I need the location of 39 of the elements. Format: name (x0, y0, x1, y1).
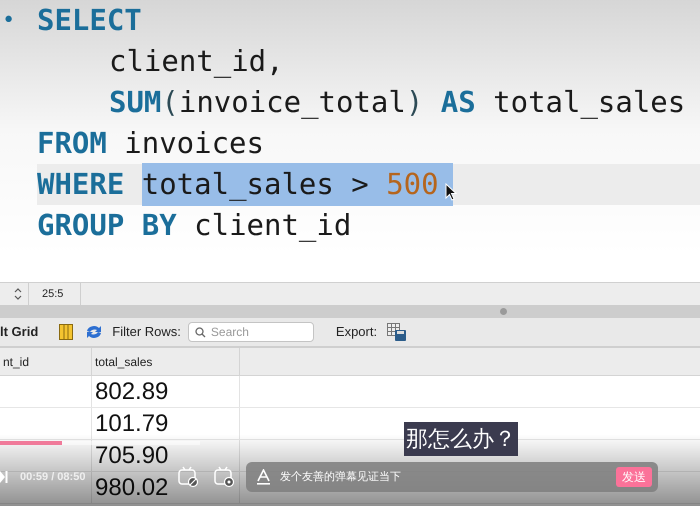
code-token: ( (161, 84, 179, 121)
grid-icon[interactable] (59, 324, 74, 340)
code-token: WHERE (37, 166, 126, 203)
subtitle: 那怎么办？ (404, 422, 518, 456)
column-header[interactable]: total_sales (92, 348, 240, 375)
code-token: AS (440, 84, 476, 121)
search-icon (194, 327, 206, 338)
splitter-handle[interactable] (500, 308, 507, 315)
export-label: Export: (336, 323, 378, 342)
refresh-icon[interactable] (85, 324, 104, 340)
result-grid-tab[interactable]: lt Grid (0, 322, 38, 342)
search-field[interactable]: Search (188, 322, 314, 342)
code-token: ) (406, 84, 424, 121)
progress-track[interactable] (0, 441, 200, 445)
selected-code: 500 (386, 162, 453, 206)
table-cell: 705.90 (92, 440, 240, 471)
code-token: SELECT (37, 2, 142, 39)
danmaku-settings-icon[interactable] (213, 466, 235, 488)
code-token: invoices (123, 124, 264, 162)
table-cell: 802.89 (92, 376, 240, 407)
statement-marker: • (1, 7, 16, 35)
code-token: FROM (37, 124, 107, 162)
cursor-position: 25:5 (42, 286, 64, 302)
filter-rows-label: Filter Rows: (112, 323, 181, 342)
table-cell: 101.79 (92, 408, 240, 439)
column-header[interactable]: nt_id (0, 348, 92, 375)
code-token: client_id, (108, 42, 284, 80)
danmaku-off-icon[interactable] (177, 466, 199, 488)
export-save-icon[interactable] (387, 322, 408, 342)
code-token: invoice_total (178, 84, 406, 121)
stepper-icon[interactable] (13, 287, 23, 301)
selected-code: total_sales > (142, 162, 386, 206)
next-icon[interactable] (0, 471, 8, 483)
code-token: SUM (108, 84, 162, 121)
text-style-icon[interactable] (256, 469, 271, 485)
code-token: total_sales (492, 84, 686, 121)
mouse-pointer-icon (444, 182, 457, 200)
code-token: client_id (193, 206, 352, 244)
code-token: GROUP BY (37, 206, 177, 244)
